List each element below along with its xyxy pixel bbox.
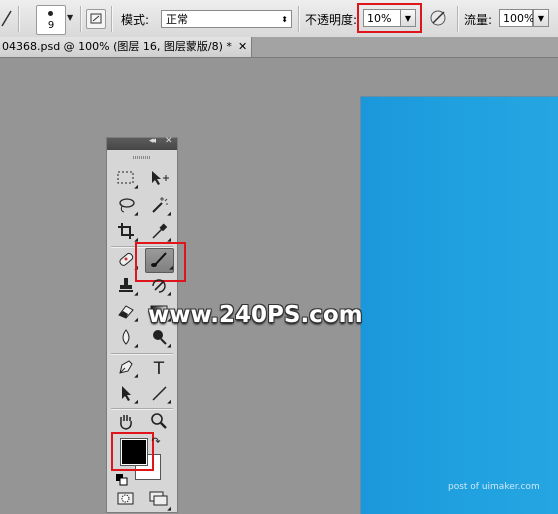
zoom-icon[interactable]	[147, 412, 171, 434]
options-bar: 9 ▼ 模式: 正常 ⬍ 不透明度: 10% ▼ 流量: 100% ▼	[0, 0, 558, 38]
toggle-brush-panel-icon[interactable]	[86, 9, 106, 29]
separator	[111, 408, 173, 410]
watermark-text: www.240PS.com	[148, 302, 363, 328]
mode-label: 模式:	[121, 13, 150, 27]
history-brush-icon[interactable]: ◢	[147, 276, 171, 298]
document-canvas[interactable]	[360, 96, 558, 514]
document-tab-title: 04368.psd @ 100% (图层 16, 图层蒙版/8) *	[2, 40, 232, 53]
brush-tool-icon[interactable]	[0, 8, 14, 28]
default-colors-icon[interactable]	[116, 470, 128, 486]
close-icon[interactable]: ✕	[165, 136, 173, 146]
mode-select[interactable]: 正常 ⬍	[161, 10, 292, 28]
tools-panel-header[interactable]: ◂◂ ✕	[107, 136, 177, 150]
brush-tip-dot	[48, 11, 53, 16]
marquee-icon[interactable]: ◢	[114, 169, 138, 191]
type-icon[interactable]: T	[147, 358, 171, 380]
separator	[111, 6, 113, 32]
eyedropper-icon[interactable]: ◢	[147, 222, 171, 244]
mode-value: 正常	[166, 13, 188, 26]
crop-icon[interactable]: ◢	[114, 222, 138, 244]
panel-grip[interactable]	[133, 156, 151, 159]
flow-dropdown-icon[interactable]: ▼	[533, 9, 549, 27]
brush-preset-picker[interactable]: 9	[36, 5, 66, 35]
magic-wand-icon[interactable]: ◢	[147, 196, 171, 218]
lasso-icon[interactable]: ◢	[114, 196, 138, 218]
separator	[111, 353, 173, 355]
pressure-opacity-icon[interactable]	[428, 8, 448, 28]
collapse-icon[interactable]: ◂◂	[149, 136, 156, 146]
foreground-highlight-box	[111, 432, 154, 471]
move-icon[interactable]	[147, 169, 171, 191]
line-icon[interactable]: ◢	[147, 384, 171, 406]
document-tab-bar: 04368.psd @ 100% (图层 16, 图层蒙版/8) * ✕	[0, 37, 558, 58]
close-icon[interactable]: ✕	[238, 37, 247, 57]
swap-colors-icon[interactable]: ↷	[149, 435, 163, 449]
hand-icon[interactable]	[114, 412, 138, 434]
opacity-label: 不透明度:	[305, 13, 358, 27]
clone-stamp-icon[interactable]: ◢	[114, 276, 138, 298]
pen-icon[interactable]: ◢	[114, 358, 138, 380]
blur-icon[interactable]: ◢	[114, 328, 138, 350]
separator	[18, 6, 20, 32]
document-tab[interactable]: 04368.psd @ 100% (图层 16, 图层蒙版/8) *	[0, 37, 252, 57]
screen-mode-icon[interactable]: ◢	[147, 491, 171, 513]
flow-input[interactable]: 100%	[499, 9, 534, 27]
dodge-icon[interactable]: ◢	[147, 328, 171, 350]
separator	[298, 6, 300, 32]
eraser-icon[interactable]: ◢	[114, 302, 138, 324]
separator	[457, 6, 459, 32]
brush-preset-dropdown-icon[interactable]: ▼	[67, 13, 73, 22]
path-selection-icon[interactable]: ◢	[114, 384, 138, 406]
updown-arrow-icon: ⬍	[281, 15, 288, 24]
opacity-highlight-box	[357, 3, 422, 33]
brush-size-value: 9	[47, 20, 55, 31]
separator	[80, 6, 82, 32]
flow-label: 流量:	[464, 13, 493, 27]
quick-mask-icon[interactable]	[114, 491, 138, 513]
canvas-watermark: post of uimaker.com	[448, 482, 540, 492]
